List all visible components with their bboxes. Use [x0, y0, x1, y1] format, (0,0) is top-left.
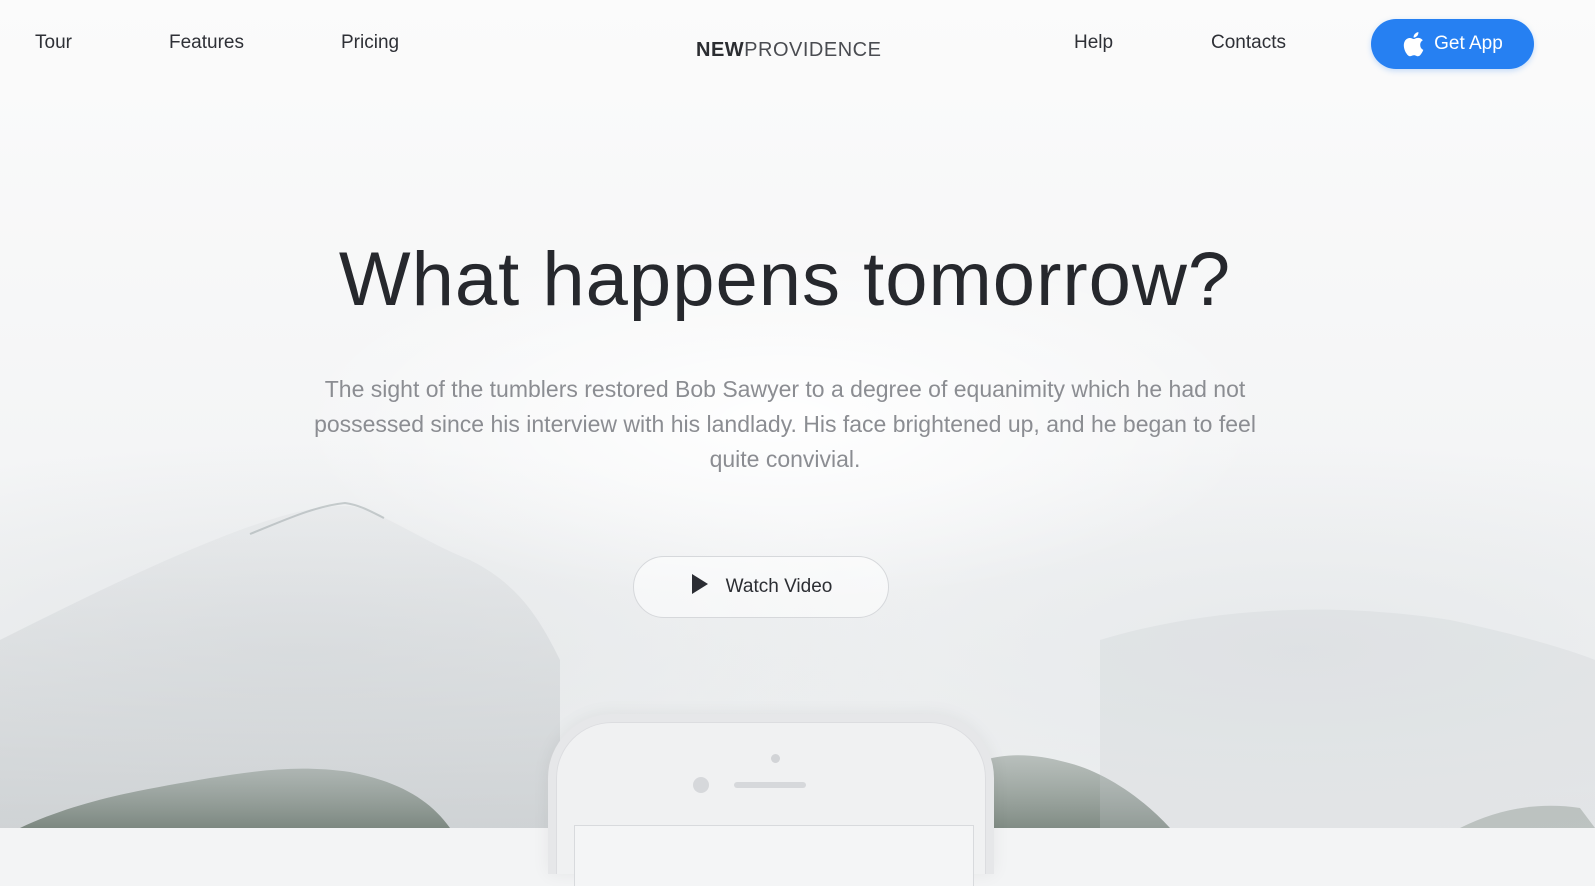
hero-headline: What happens tomorrow?: [338, 237, 1232, 322]
nav-link-features[interactable]: Features: [169, 31, 244, 55]
hero-subtext: The sight of the tumblers restored Bob S…: [314, 376, 1256, 472]
brand-logo-bold: NEW: [696, 39, 745, 61]
phone-screen: [574, 825, 974, 886]
brand-logo[interactable]: NEWPROVIDENCE: [696, 38, 881, 62]
get-app-label: Get App: [1434, 33, 1503, 54]
phone-sensor-dot: [771, 754, 780, 763]
get-app-button[interactable]: Get App: [1371, 19, 1534, 69]
phone-camera: [693, 777, 709, 793]
nav-link-help[interactable]: Help: [1074, 31, 1113, 55]
watch-video-button[interactable]: Watch Video: [633, 556, 889, 618]
apple-icon: [1402, 31, 1424, 57]
phone-speaker: [734, 782, 806, 788]
nav-link-pricing[interactable]: Pricing: [341, 31, 399, 55]
brand-logo-light: PROVIDENCE: [744, 39, 882, 61]
play-icon: [690, 573, 710, 601]
top-navigation: Tour Features Pricing NEWPROVIDENCE Help…: [0, 0, 1595, 88]
watch-video-label: Watch Video: [725, 576, 833, 597]
nav-link-contacts[interactable]: Contacts: [1211, 31, 1286, 55]
nav-link-tour[interactable]: Tour: [35, 31, 72, 55]
phone-mockup: [548, 714, 994, 886]
